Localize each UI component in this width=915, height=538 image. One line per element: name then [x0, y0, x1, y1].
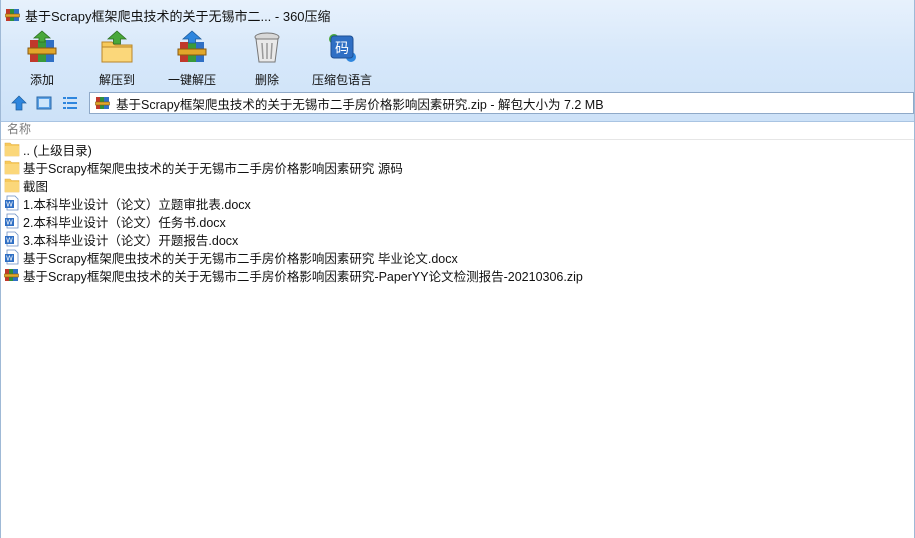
word-document-icon: W: [5, 213, 19, 229]
word-document-icon: W: [5, 195, 19, 211]
toolbar: 添加 解压到 一键解压 删除 码 压缩包语言: [1, 30, 601, 88]
list-item[interactable]: W 2.本科毕业设计（论文）任务书.docx: [1, 212, 914, 230]
title-toolbar-band: 基于Scrapy框架爬虫技术的关于无锡市二... - 360压缩 添加 解压到 …: [1, 0, 914, 122]
list-item-name: 基于Scrapy框架爬虫技术的关于无锡市二手房价格影响因素研究-PaperYY论…: [23, 269, 583, 284]
list-item[interactable]: W 基于Scrapy框架爬虫技术的关于无锡市二手房价格影响因素研究 毕业论文.do…: [1, 248, 914, 266]
title-bar: 基于Scrapy框架爬虫技术的关于无锡市二... - 360压缩: [1, 0, 914, 30]
list-item[interactable]: 截图: [1, 176, 914, 194]
code-page-icon: 码: [329, 34, 356, 62]
list-view-icon: [63, 97, 77, 109]
word-document-icon: W: [5, 231, 19, 247]
list-item[interactable]: 基于Scrapy框架爬虫技术的关于无锡市二手房价格影响因素研究-PaperYY论…: [1, 266, 914, 284]
add-button-label: 添加: [29, 73, 54, 87]
svg-text:W: W: [6, 237, 13, 245]
code-page-glyph: 码: [335, 41, 349, 57]
thumbnail-view-icon: [36, 96, 52, 110]
file-list: .. (上级目录) 基于Scrapy框架爬虫技术的关于无锡市二手房价格影响因素研究…: [1, 140, 914, 284]
folder-icon: [4, 160, 20, 175]
list-item[interactable]: W 3.本科毕业设计（论文）开题报告.docx: [1, 230, 914, 248]
list-item-name: 截图: [23, 179, 49, 194]
list-item[interactable]: .. (上级目录): [1, 140, 914, 158]
column-header-name[interactable]: 名称: [1, 122, 914, 140]
books-up-arrow-icon: [177, 30, 207, 62]
list-item-name: 1.本科毕业设计（论文）立题审批表.docx: [23, 197, 251, 212]
address-bar[interactable]: 基于Scrapy框架爬虫技术的关于无锡市二手房价格影响因素研究.zip - 解包…: [89, 92, 914, 114]
archive-language-button[interactable]: 码 压缩包语言: [307, 30, 377, 88]
list-item-name: 2.本科毕业设计（论文）任务书.docx: [23, 215, 226, 230]
thumbnail-view-button[interactable]: [35, 94, 53, 112]
archive-language-button-label: 压缩包语言: [311, 73, 372, 87]
folder-icon: [4, 178, 20, 193]
list-item-name: 基于Scrapy框架爬虫技术的关于无锡市二手房价格影响因素研究 源码: [23, 161, 403, 176]
list-item[interactable]: 基于Scrapy框架爬虫技术的关于无锡市二手房价格影响因素研究 源码: [1, 158, 914, 176]
up-arrow-icon: [11, 95, 27, 111]
extract-to-button[interactable]: 解压到: [82, 30, 152, 88]
extract-to-button-label: 解压到: [98, 73, 135, 87]
zip-archive-icon: [4, 269, 19, 281]
folder-icon: [4, 142, 20, 157]
list-view-button[interactable]: [61, 94, 79, 112]
up-level-button[interactable]: [10, 94, 28, 112]
app-window: 基于Scrapy框架爬虫技术的关于无锡市二... - 360压缩 添加 解压到 …: [0, 0, 915, 538]
column-header-name-label: 名称: [7, 122, 32, 136]
folder-up-arrow-icon: [101, 30, 133, 63]
address-row: 基于Scrapy框架爬虫技术的关于无锡市二手房价格影响因素研究.zip - 解包…: [1, 90, 914, 116]
list-item-name: 3.本科毕业设计（论文）开题报告.docx: [23, 233, 239, 248]
list-item-name: 基于Scrapy框架爬虫技术的关于无锡市二手房价格影响因素研究 毕业论文.doc…: [23, 251, 458, 266]
address-text: 基于Scrapy框架爬虫技术的关于无锡市二手房价格影响因素研究.zip - 解包…: [116, 97, 604, 112]
delete-button-label: 删除: [254, 73, 279, 87]
trash-can-icon: [254, 32, 280, 63]
zip-archive-icon: [5, 9, 20, 21]
list-item-name: .. (上级目录): [23, 143, 92, 158]
zip-archive-icon: [95, 97, 110, 109]
window-title: 基于Scrapy框架爬虫技术的关于无锡市二... - 360压缩: [25, 8, 331, 24]
add-button[interactable]: 添加: [7, 30, 77, 88]
one-click-extract-button[interactable]: 一键解压: [157, 30, 227, 88]
svg-text:W: W: [6, 201, 13, 209]
svg-text:W: W: [6, 255, 13, 263]
list-item[interactable]: W 1.本科毕业设计（论文）立题审批表.docx: [1, 194, 914, 212]
delete-button[interactable]: 删除: [232, 30, 302, 88]
one-click-extract-button-label: 一键解压: [167, 73, 216, 87]
word-document-icon: W: [5, 249, 19, 265]
add-books-icon: [27, 30, 57, 62]
svg-text:W: W: [6, 219, 13, 227]
